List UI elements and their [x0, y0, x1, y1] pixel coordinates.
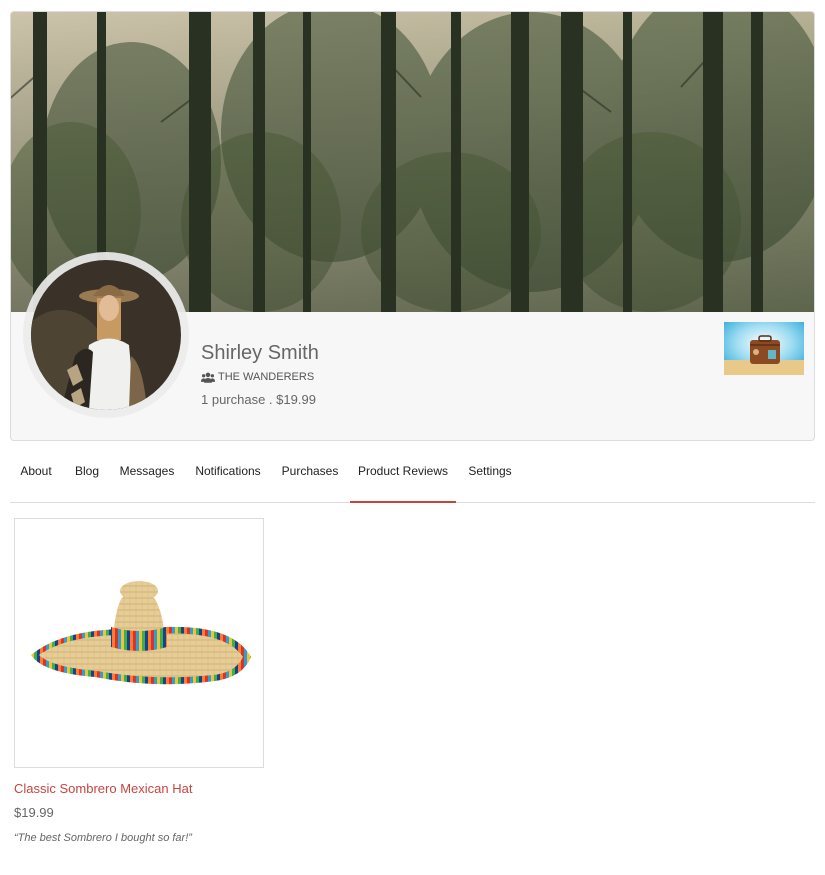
profile-tabs: About Blog Messages Notifications Purcha… — [10, 440, 815, 503]
tab-about[interactable]: About — [10, 440, 62, 502]
group-badge-image[interactable] — [724, 322, 804, 375]
tab-notifications[interactable]: Notifications — [190, 440, 266, 502]
product-review-text: “The best Sombrero I bought so far!” — [14, 832, 192, 844]
avatar[interactable] — [31, 260, 181, 410]
users-icon — [201, 372, 215, 383]
sombrero-image — [31, 581, 251, 685]
tab-messages[interactable]: Messages — [116, 440, 178, 502]
tab-settings[interactable]: Settings — [464, 440, 516, 502]
avatar-frame — [23, 252, 189, 418]
user-name: Shirley Smith — [201, 342, 319, 364]
tab-purchases[interactable]: Purchases — [278, 440, 342, 502]
purchase-summary: 1 purchase . $19.99 — [201, 392, 316, 407]
profile-card: Shirley Smith THE WANDERERS 1 purchase .… — [10, 11, 815, 441]
product-name-link[interactable]: Classic Sombrero Mexican Hat — [14, 781, 192, 796]
product-price: $19.99 — [14, 805, 54, 820]
tab-blog[interactable]: Blog — [66, 440, 108, 502]
tab-product-reviews[interactable]: Product Reviews — [350, 440, 456, 503]
group-name: THE WANDERERS — [218, 371, 315, 383]
group-row[interactable]: THE WANDERERS — [201, 371, 314, 383]
product-image-card[interactable] — [14, 518, 264, 768]
